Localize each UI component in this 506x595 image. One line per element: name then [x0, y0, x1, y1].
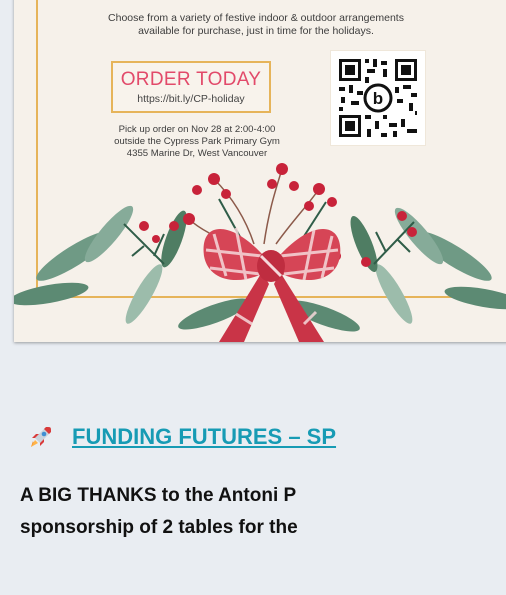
funding-futures-heading[interactable]: FUNDING FUTURES – SP	[28, 424, 336, 450]
rocket-icon	[31, 427, 51, 447]
thanks-paragraph: A BIG THANKS to the Antoni P sponsorship…	[20, 480, 506, 544]
plaid-bow	[203, 227, 341, 342]
holiday-greenery-illustration	[14, 163, 506, 342]
paragraph-line: A BIG THANKS to the Antoni P	[20, 485, 297, 506]
paragraph-line: sponsorship of 2 tables for the	[20, 517, 298, 538]
holiday-flyer-image: Choose from a variety of festive indoor …	[14, 0, 506, 342]
funding-futures-link[interactable]: FUNDING FUTURES – SP	[72, 424, 336, 450]
